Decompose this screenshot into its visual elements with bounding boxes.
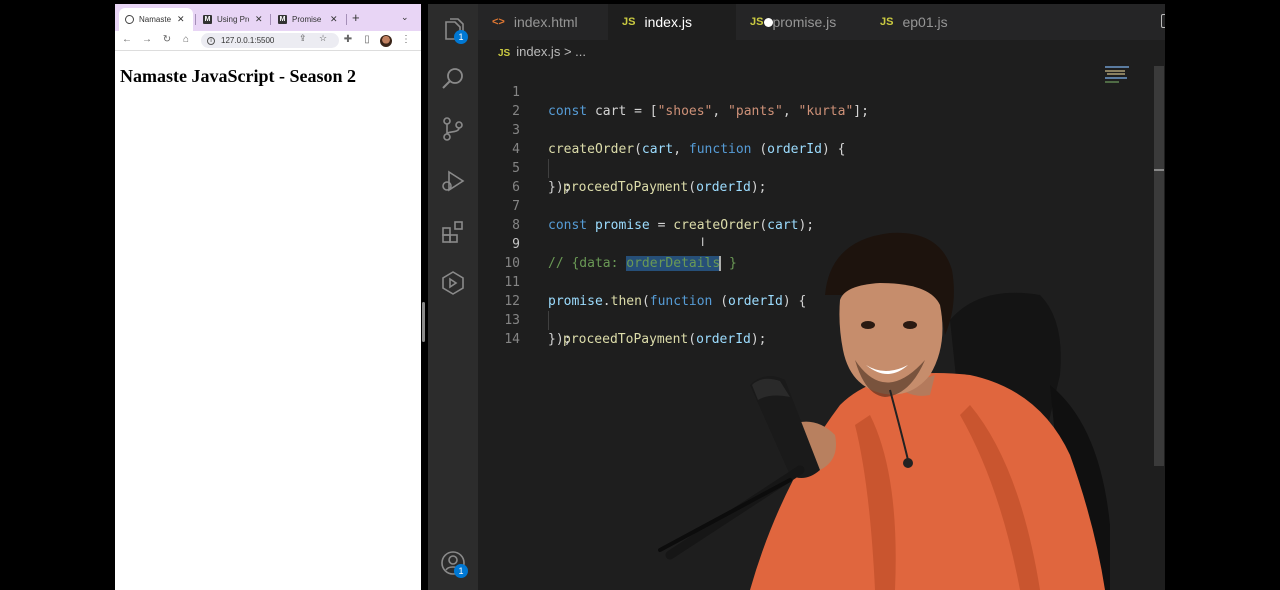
run-debug-icon[interactable] xyxy=(440,168,466,194)
browser-tabstrip: Namaste ✕ M Using Pro ✕ M Promise ✕ + ⌄ xyxy=(115,4,421,31)
js-file-icon: JS xyxy=(880,16,894,28)
code-line: 4 proceedToPayment(orderId); xyxy=(478,121,1103,195)
accounts-badge: 1 xyxy=(454,564,468,578)
mdn-icon: M xyxy=(203,15,212,24)
html-file-icon: <> xyxy=(492,16,505,28)
browser-tab-promise[interactable]: M Promise ✕ xyxy=(272,8,344,31)
close-icon[interactable]: ✕ xyxy=(177,14,185,25)
accounts-icon[interactable]: 1 xyxy=(440,550,468,578)
back-arrow-icon[interactable]: ← xyxy=(121,34,133,45)
code-line: 3 createOrder(cart, function (orderId) { xyxy=(478,102,1103,157)
editor-tab-bar: <> index.html JS index.js JS promise.js … xyxy=(478,4,1165,40)
browser-tab-namaste[interactable]: Namaste ✕ xyxy=(119,8,193,31)
new-tab-plus-icon[interactable]: + xyxy=(352,10,360,25)
tab-promise-js[interactable]: JS promise.js xyxy=(736,4,866,40)
search-icon[interactable] xyxy=(440,66,466,92)
activity-bar: 1 1 xyxy=(428,4,478,590)
code-line: 1 const cart = ["shoes", "pants", "kurta… xyxy=(478,64,1103,119)
share-icon[interactable]: ⇪ xyxy=(299,33,307,44)
browser-window: Namaste ✕ M Using Pro ✕ M Promise ✕ + ⌄ … xyxy=(115,4,421,590)
explorer-badge: 1 xyxy=(454,30,468,44)
browser-menu-kebab-icon[interactable]: ⋮ xyxy=(400,34,412,45)
browser-tab-title: Using Pro xyxy=(217,15,249,24)
js-file-icon: JS xyxy=(622,16,636,28)
tab-label: ep01.js xyxy=(902,14,948,30)
splitter-grip[interactable] xyxy=(422,302,425,342)
split-editor-icon[interactable] xyxy=(1161,14,1165,28)
page-heading: Namaste JavaScript - Season 2 xyxy=(120,66,356,86)
tab-ep01-js[interactable]: JS ep01.js xyxy=(866,4,990,40)
code-line: 2 xyxy=(478,83,1103,119)
globe-icon xyxy=(125,15,134,24)
browser-toolbar: ← → ↻ ⌂ i 127.0.0.1:5500 ⇪ ☆ ✚ ▯ ⋮ xyxy=(115,31,421,51)
tab-separator xyxy=(195,14,196,25)
address-bar-url: 127.0.0.1:5500 xyxy=(221,36,275,45)
breadcrumb-file[interactable]: index.js xyxy=(516,44,560,59)
reload-icon[interactable]: ↻ xyxy=(161,34,173,45)
explorer-icon[interactable]: 1 xyxy=(440,16,468,44)
tab-label: promise.js xyxy=(772,14,837,30)
forward-arrow-icon[interactable]: → xyxy=(141,34,153,45)
js-file-icon: JS xyxy=(750,16,764,28)
close-icon[interactable]: ✕ xyxy=(330,14,338,25)
tab-label: index.html xyxy=(513,14,578,30)
browser-tab-title: Namaste xyxy=(139,15,171,24)
tab-search-chevron-icon[interactable]: ⌄ xyxy=(401,12,409,23)
presenter-webcam-image xyxy=(658,232,1110,590)
tab-label: index.js xyxy=(644,14,692,30)
extensions-icon[interactable] xyxy=(440,219,466,245)
line-number: 14 xyxy=(504,332,520,347)
tab-index-js[interactable]: JS index.js xyxy=(608,4,736,40)
minimap[interactable] xyxy=(1103,64,1153,94)
remote-explorer-icon[interactable] xyxy=(440,270,466,296)
code-line: 6 xyxy=(478,159,1103,195)
tab-index-html[interactable]: <> index.html xyxy=(478,4,608,40)
extensions-puzzle-icon[interactable]: ✚ xyxy=(342,34,354,45)
browser-tab-title: Promise xyxy=(292,15,322,24)
bookmark-star-icon[interactable]: ☆ xyxy=(319,33,327,44)
close-icon[interactable]: ✕ xyxy=(255,14,263,25)
code-line: 5 }); xyxy=(478,140,1103,195)
tab-separator xyxy=(346,14,347,25)
mdn-icon: M xyxy=(278,15,287,24)
scrollbar-position-marker xyxy=(1154,169,1164,171)
code-line: 7 const promise = createOrder(cart); xyxy=(478,178,1103,233)
source-control-icon[interactable] xyxy=(440,116,466,142)
tab-separator xyxy=(270,14,271,25)
window-splitter[interactable] xyxy=(421,0,427,590)
site-info-icon[interactable]: i xyxy=(207,36,215,45)
browser-tab-using-promises[interactable]: M Using Pro ✕ xyxy=(197,8,269,31)
line-text: }); xyxy=(548,332,572,347)
home-icon[interactable]: ⌂ xyxy=(180,34,192,45)
breadcrumb: JS index.js > ... xyxy=(498,44,586,59)
address-bar[interactable]: i 127.0.0.1:5500 ⇪ ☆ xyxy=(201,33,339,48)
js-file-icon: JS xyxy=(498,48,511,59)
code-line: 8 xyxy=(478,197,1103,233)
side-panel-icon[interactable]: ▯ xyxy=(361,34,373,45)
profile-avatar[interactable] xyxy=(380,35,392,47)
editor-scrollbar[interactable] xyxy=(1154,66,1164,466)
breadcrumb-rest[interactable]: > ... xyxy=(564,44,586,59)
